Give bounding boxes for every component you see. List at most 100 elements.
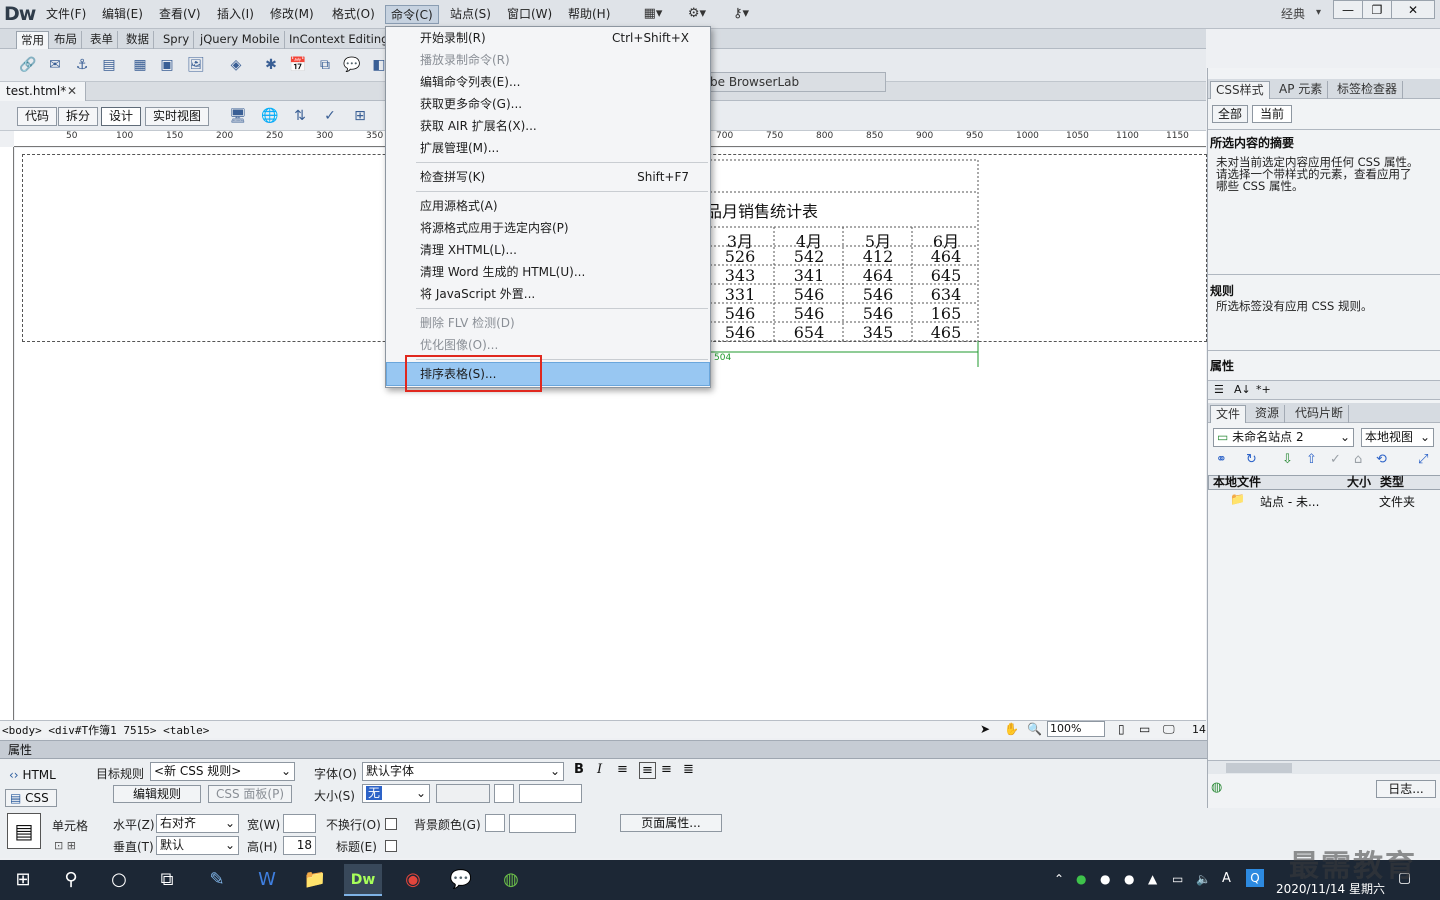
table-cell[interactable]: 464 xyxy=(844,266,912,285)
connect-icon[interactable]: ⚭ xyxy=(1216,452,1227,467)
widget-icon[interactable]: ✱ xyxy=(261,56,281,74)
wechat-icon[interactable]: 💬 xyxy=(442,864,480,896)
menu-item-check-spelling[interactable]: 检查拼写(K) Shift+F7 xyxy=(387,166,709,188)
close-tab-icon[interactable]: ✕ xyxy=(67,82,77,100)
text-color-swatch[interactable] xyxy=(494,784,514,803)
menu-file[interactable]: 文件(F) xyxy=(41,5,91,24)
menu-modify[interactable]: 修改(M) xyxy=(265,5,319,24)
put-files-icon[interactable]: ⇧ xyxy=(1306,452,1317,467)
email-link-icon[interactable]: ✉ xyxy=(45,56,65,74)
tab-forms[interactable]: 表单 xyxy=(86,31,118,49)
table-cell[interactable]: 331 xyxy=(706,285,774,304)
server-include-icon[interactable]: ⧉ xyxy=(315,56,335,74)
text-color-input[interactable] xyxy=(519,784,582,803)
menu-item-optimize-image[interactable]: 优化图像(O)... xyxy=(387,334,709,356)
all-mode-button[interactable]: 全部 xyxy=(1212,105,1248,123)
tray-qq-icon[interactable]: ● xyxy=(1100,872,1110,886)
html-mode-button[interactable]: ‹› HTML xyxy=(5,767,57,785)
tab-css-styles[interactable]: CSS样式 xyxy=(1210,81,1270,99)
table-cell[interactable]: 645 xyxy=(912,266,980,285)
width-input[interactable] xyxy=(283,814,316,833)
workspace-switcher[interactable]: 经典 xyxy=(1276,5,1310,24)
menu-item-apply-format-selection[interactable]: 将源格式应用于选定内容(P) xyxy=(387,217,709,239)
network-icon[interactable]: ▭ xyxy=(1172,872,1183,886)
table-cell[interactable]: 542 xyxy=(775,247,843,266)
log-button[interactable]: 日志... xyxy=(1376,780,1436,798)
tab-incontext-editing[interactable]: InContext Editing xyxy=(285,31,394,49)
windows-start-icon[interactable]: ⊞ xyxy=(4,864,42,896)
menu-edit[interactable]: 编辑(E) xyxy=(97,5,148,24)
tab-common[interactable]: 常用 xyxy=(16,31,49,49)
vertical-select[interactable]: 默认 ⌄ xyxy=(156,836,239,855)
menu-item-manage-extensions[interactable]: 扩展管理(M)... xyxy=(387,137,709,159)
scrollbar-thumb[interactable] xyxy=(1226,763,1292,773)
align-left-icon[interactable]: ≡ xyxy=(617,762,628,777)
menu-item-get-more-commands[interactable]: 获取更多命令(G)... xyxy=(387,93,709,115)
header-checkbox[interactable] xyxy=(385,840,397,852)
cortana-icon[interactable]: ○ xyxy=(100,864,138,896)
col-size[interactable]: 大小 xyxy=(1347,476,1371,489)
align-right-icon[interactable]: ≡ xyxy=(661,762,672,777)
table-cell[interactable]: 526 xyxy=(706,247,774,266)
table-cell[interactable]: 165 xyxy=(912,304,980,323)
tray-qq2-icon[interactable]: ● xyxy=(1124,872,1134,886)
validate-icon[interactable]: ✓ xyxy=(320,107,340,125)
sync-icon[interactable]: ⟲ xyxy=(1376,452,1387,467)
layout-icon[interactable]: ▦▾ xyxy=(642,6,664,22)
table-cell[interactable]: 634 xyxy=(912,285,980,304)
tray-expand-icon[interactable]: ⌃ xyxy=(1054,872,1064,886)
gear-icon[interactable]: ⚙▾ xyxy=(686,6,708,22)
tab-jquery-mobile[interactable]: jQuery Mobile xyxy=(196,31,285,49)
tab-assets[interactable]: 资源 xyxy=(1250,405,1286,423)
table-icon[interactable]: ▦ xyxy=(130,56,150,74)
hand-tool-icon[interactable]: ✋ xyxy=(1004,722,1019,736)
italic-button[interactable]: I xyxy=(597,762,602,777)
image-icon[interactable]: 🖼 xyxy=(186,56,206,74)
size-select[interactable]: 无 ⌄ xyxy=(362,784,430,803)
table-cell[interactable]: 343 xyxy=(706,266,774,285)
align-justify-icon[interactable]: ≣ xyxy=(683,762,694,777)
media-icon[interactable]: ◈ xyxy=(226,56,246,74)
visual-aids-icon[interactable]: ⊞ xyxy=(350,107,370,125)
tray-q-icon[interactable]: Q xyxy=(1246,869,1264,887)
code-view-button[interactable]: 代码 xyxy=(17,107,58,126)
chrome-icon[interactable]: ◉ xyxy=(394,864,432,896)
file-explorer-icon[interactable]: 📁 xyxy=(296,864,334,896)
table-cell[interactable]: 654 xyxy=(775,323,843,342)
tab-ap-elements[interactable]: AP 元素 xyxy=(1274,81,1329,99)
insert-div-icon[interactable]: ▣ xyxy=(157,56,177,74)
preview-browser-icon[interactable]: 🌐 xyxy=(260,107,280,125)
tab-data[interactable]: 数据 xyxy=(122,31,154,49)
table-cell[interactable]: 546 xyxy=(844,285,912,304)
table-cell[interactable]: 546 xyxy=(844,304,912,323)
bg-color-swatch[interactable] xyxy=(485,814,505,832)
table-cell[interactable]: 546 xyxy=(706,323,774,342)
menu-site[interactable]: 站点(S) xyxy=(445,5,496,24)
menu-insert[interactable]: 插入(I) xyxy=(212,5,259,24)
sort-az-icon[interactable]: A↓ xyxy=(1234,383,1251,396)
tab-snippets[interactable]: 代码片断 xyxy=(1290,405,1350,423)
current-mode-button[interactable]: 当前 xyxy=(1252,105,1292,123)
edit-rule-button[interactable]: 编辑规则 xyxy=(113,785,201,803)
tray-wechat-icon[interactable]: ● xyxy=(1076,872,1086,886)
page-properties-button[interactable]: 页面属性... xyxy=(620,814,722,832)
table-cell[interactable]: 546 xyxy=(775,285,843,304)
live-view-button[interactable]: 实时视图 xyxy=(145,107,210,126)
zoom-tool-icon[interactable]: 🔍 xyxy=(1027,722,1042,736)
document-tab[interactable]: test.html* ✕ xyxy=(0,82,86,101)
set-props-icon[interactable]: *+ xyxy=(1256,383,1271,396)
table-cell[interactable]: 345 xyxy=(844,323,912,342)
table-cell[interactable]: 341 xyxy=(775,266,843,285)
category-view-icon[interactable]: ☰ xyxy=(1214,383,1224,396)
date-icon[interactable]: 📅 xyxy=(288,56,308,74)
expand-icon[interactable]: ⤢ xyxy=(1418,452,1428,467)
horizontal-select[interactable]: 右对齐 ⌄ xyxy=(156,814,239,833)
file-row[interactable]: 📁 站点 - 未... 文件夹 xyxy=(1208,491,1440,509)
wps-app-icon[interactable]: W xyxy=(248,864,286,896)
bg-color-input[interactable] xyxy=(509,814,576,833)
ime-indicator[interactable]: A xyxy=(1222,871,1231,886)
menu-help[interactable]: 帮助(H) xyxy=(563,5,615,24)
menu-window[interactable]: 窗口(W) xyxy=(502,5,557,24)
menu-item-get-air-extensions[interactable]: 获取 AIR 扩展名(X)... xyxy=(387,115,709,137)
maximize-button[interactable]: ❐ xyxy=(1362,0,1392,19)
